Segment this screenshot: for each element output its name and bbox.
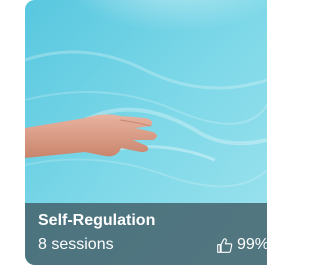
rating: 99% [216,235,267,255]
card-info-bar: Self-Regulation 8 sessions 99% [25,203,267,265]
rating-value: 99% [237,236,267,253]
thumbs-up-icon [217,237,233,253]
sessions-count: 8 sessions [38,236,114,253]
card-title: Self-Regulation [38,212,156,229]
program-card[interactable]: Self-Regulation 8 sessions 99% [25,0,267,265]
